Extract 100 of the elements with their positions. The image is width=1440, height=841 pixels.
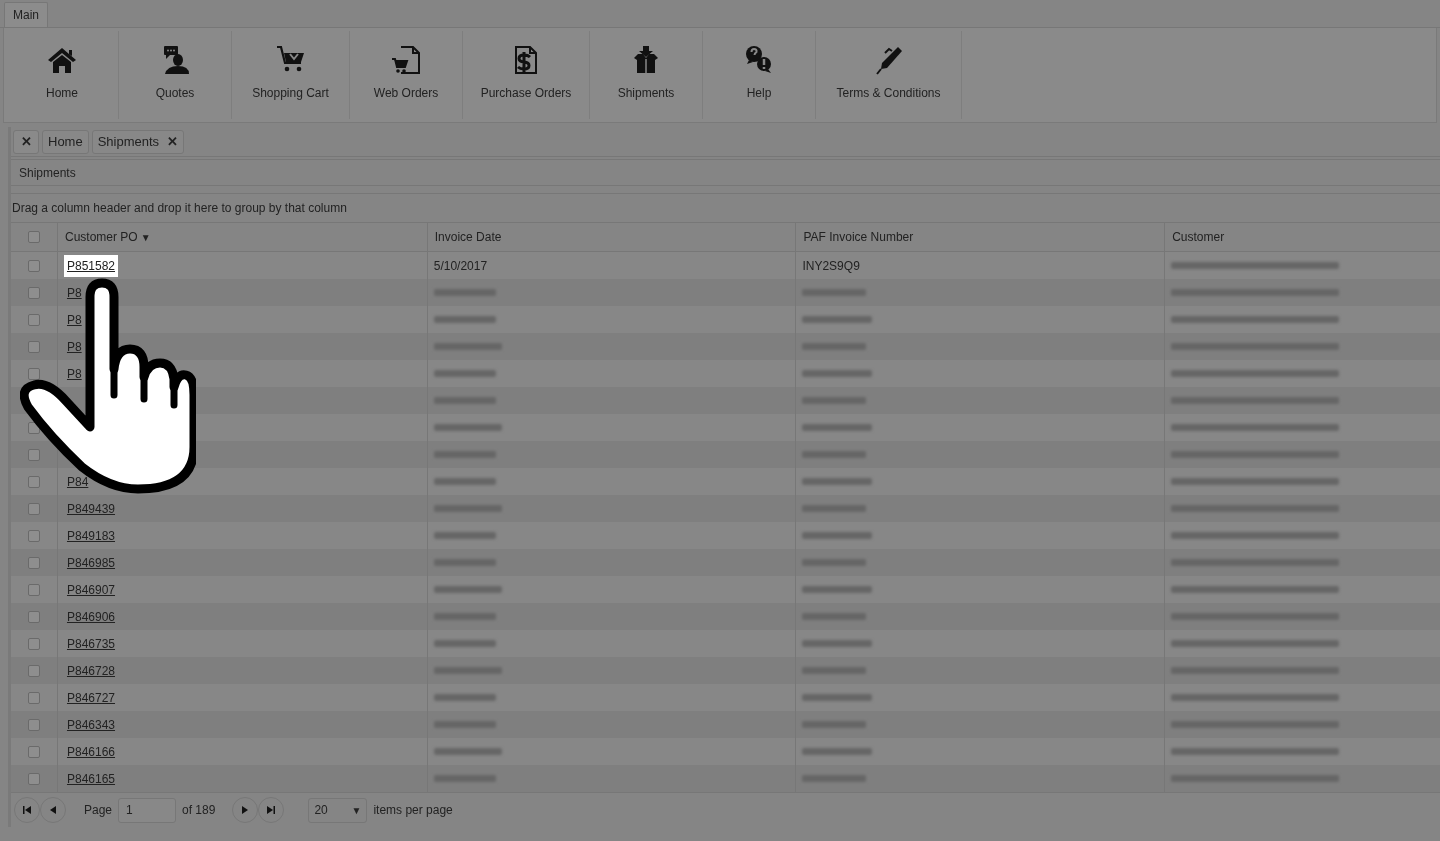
checkbox[interactable] bbox=[28, 502, 40, 515]
po-link[interactable]: P846907 bbox=[63, 578, 118, 601]
page-count: of 189 bbox=[182, 802, 216, 819]
ribbon-button[interactable]: Purchase Orders bbox=[463, 31, 590, 119]
redacted-text bbox=[802, 343, 867, 350]
sort-indicator[interactable]: ▼ bbox=[140, 229, 151, 245]
po-link[interactable]: P8 bbox=[63, 335, 85, 358]
po-link[interactable]: P846165 bbox=[63, 767, 118, 790]
column-header[interactable]: Invoice Date bbox=[434, 228, 502, 246]
ribbon-button[interactable]: Shipments bbox=[590, 31, 703, 119]
redacted-text bbox=[802, 397, 867, 404]
table-cell-text: 5/10/2017 bbox=[433, 257, 488, 275]
checkbox[interactable] bbox=[28, 691, 40, 704]
panel-title: Shipments bbox=[19, 164, 76, 182]
last-page-icon bbox=[266, 805, 277, 815]
tab-label[interactable]: Shipments bbox=[97, 131, 160, 152]
redacted-text bbox=[433, 343, 502, 350]
po-link[interactable]: P846166 bbox=[63, 740, 118, 763]
po-link[interactable]: P84 bbox=[63, 470, 92, 493]
redacted-text bbox=[802, 316, 873, 323]
ribbon-tab[interactable]: Main bbox=[4, 2, 48, 27]
po-link[interactable]: P849439 bbox=[63, 497, 118, 520]
redacted-text bbox=[802, 370, 873, 377]
ribbon-button[interactable]: Terms & Conditions bbox=[816, 31, 962, 119]
checkbox[interactable] bbox=[28, 340, 40, 353]
house-icon bbox=[47, 45, 77, 75]
redacted-text bbox=[433, 775, 496, 782]
document-tab[interactable]: Shipments ✕ bbox=[91, 129, 185, 154]
page-input[interactable]: 1 bbox=[118, 797, 177, 823]
tab-label[interactable]: Home bbox=[48, 131, 83, 152]
ribbon-button[interactable]: Quotes bbox=[119, 31, 232, 119]
redacted-text bbox=[433, 694, 496, 701]
redacted-text bbox=[802, 586, 873, 593]
tab-close-button[interactable]: ✕ bbox=[167, 131, 179, 152]
po-link[interactable]: P846728 bbox=[63, 659, 118, 682]
po-link[interactable]: P851582 bbox=[63, 254, 118, 277]
ribbon-button[interactable]: Help bbox=[703, 31, 816, 119]
column-header[interactable]: PAF Invoice Number bbox=[803, 228, 914, 246]
redacted-text bbox=[433, 532, 496, 539]
checkbox[interactable] bbox=[28, 583, 40, 596]
po-link[interactable]: P846727 bbox=[63, 686, 118, 709]
document-cart-icon bbox=[391, 45, 421, 75]
redacted-text bbox=[802, 424, 873, 431]
close-all-button[interactable]: ✕ bbox=[13, 129, 39, 154]
redacted-text bbox=[802, 532, 873, 539]
redacted-text bbox=[802, 451, 867, 458]
po-link[interactable]: P849183 bbox=[63, 524, 118, 547]
checkbox[interactable] bbox=[28, 313, 40, 326]
redacted-text bbox=[802, 640, 873, 647]
checkbox[interactable] bbox=[28, 610, 40, 623]
redacted-text bbox=[802, 721, 867, 728]
redacted-text bbox=[433, 667, 502, 674]
checkbox[interactable] bbox=[28, 556, 40, 569]
checkbox[interactable] bbox=[28, 448, 40, 461]
redacted-text bbox=[802, 667, 867, 674]
checkbox[interactable] bbox=[28, 718, 40, 731]
previous-page-icon bbox=[48, 805, 58, 815]
checkbox[interactable] bbox=[28, 529, 40, 542]
redacted-text bbox=[433, 478, 496, 485]
checkbox[interactable] bbox=[28, 772, 40, 785]
checkbox[interactable] bbox=[28, 231, 40, 243]
po-link[interactable]: P846343 bbox=[63, 713, 118, 736]
redacted-text bbox=[433, 424, 502, 431]
checkbox[interactable] bbox=[28, 475, 40, 488]
column-header[interactable]: Customer bbox=[1172, 228, 1225, 246]
document-tab[interactable]: Home bbox=[42, 129, 89, 154]
ribbon-button[interactable]: Home bbox=[6, 31, 119, 119]
redacted-text bbox=[433, 640, 496, 647]
redacted-text bbox=[802, 505, 867, 512]
po-link[interactable]: P846985 bbox=[63, 551, 118, 574]
redacted-text bbox=[433, 316, 496, 323]
checkbox[interactable] bbox=[28, 367, 40, 380]
redacted-text bbox=[802, 559, 867, 566]
po-link[interactable]: P846906 bbox=[63, 605, 118, 628]
checkbox[interactable] bbox=[28, 637, 40, 650]
checkbox[interactable] bbox=[28, 286, 40, 299]
po-link[interactable]: P8 bbox=[63, 281, 85, 304]
ribbon-button[interactable]: Shopping Cart bbox=[232, 31, 350, 119]
items-per-page-label: items per page bbox=[373, 802, 453, 819]
redacted-text bbox=[433, 289, 496, 296]
question-exclamation-icon bbox=[744, 45, 774, 75]
column-header[interactable]: Customer PO bbox=[64, 228, 138, 246]
redacted-text bbox=[433, 397, 496, 404]
page-size-dropdown[interactable]: 20 ▼ bbox=[308, 797, 368, 823]
redacted-text bbox=[433, 748, 502, 755]
redacted-text bbox=[802, 694, 873, 701]
redacted-text bbox=[802, 478, 873, 485]
table-cell-text: INY2S9Q9 bbox=[802, 257, 860, 275]
po-link[interactable]: P8 bbox=[63, 362, 85, 385]
checkbox[interactable] bbox=[28, 259, 40, 272]
checkbox[interactable] bbox=[28, 745, 40, 758]
ribbon-button[interactable]: Web Orders bbox=[350, 31, 463, 119]
redacted-text bbox=[802, 748, 873, 755]
po-link[interactable]: P846735 bbox=[63, 632, 118, 655]
group-hint: Drag a column header and drop it here to group by that column bbox=[12, 200, 347, 217]
pen-icon bbox=[873, 45, 904, 75]
redacted-text bbox=[802, 613, 867, 620]
redacted-text bbox=[433, 451, 496, 458]
po-link[interactable]: P8 bbox=[63, 308, 85, 331]
checkbox[interactable] bbox=[28, 664, 40, 677]
